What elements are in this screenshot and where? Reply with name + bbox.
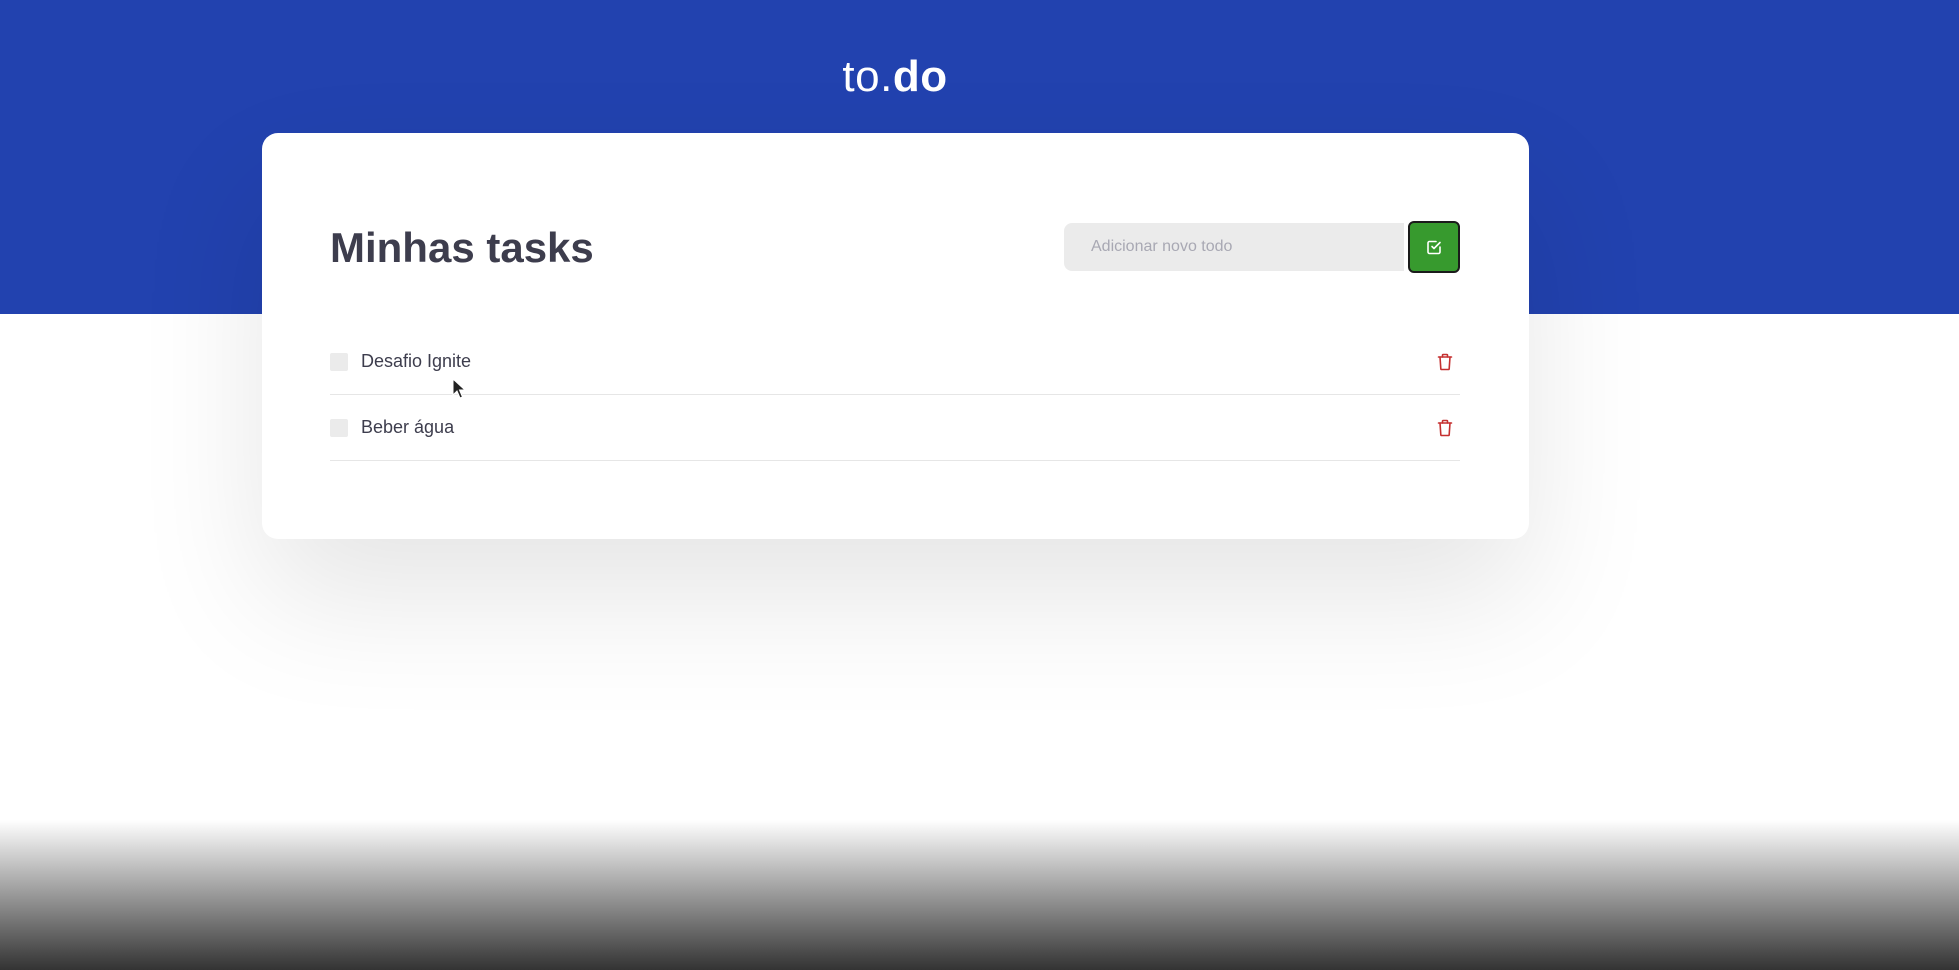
task-card: Minhas tasks Desafio Ignite xyxy=(262,133,1529,539)
task-checkbox[interactable] xyxy=(330,352,348,371)
new-task-input[interactable] xyxy=(1064,223,1404,271)
task-row: Beber água xyxy=(330,395,1460,461)
card-header: Minhas tasks xyxy=(330,218,1460,278)
check-square-icon xyxy=(1427,240,1441,255)
add-task-button[interactable] xyxy=(1408,221,1460,273)
mouse-cursor-icon xyxy=(452,378,466,399)
app: to.do Minhas tasks Desafio Ignite xyxy=(0,0,1959,970)
trash-icon xyxy=(1437,419,1453,436)
task-list: Desafio Ignite Beber água xyxy=(330,329,1460,461)
task-title: Beber água xyxy=(361,417,455,437)
delete-task-button[interactable] xyxy=(1434,351,1456,373)
app-logo: to.do xyxy=(0,52,1790,102)
task-title: Desafio Ignite xyxy=(361,351,472,371)
page-title: Minhas tasks xyxy=(330,224,594,271)
trash-icon xyxy=(1437,353,1453,370)
new-task-form xyxy=(1064,221,1460,273)
delete-task-button[interactable] xyxy=(1434,417,1456,439)
task-row: Desafio Ignite xyxy=(330,329,1460,395)
logo-bold-text: do xyxy=(892,52,948,101)
task-checkbox[interactable] xyxy=(330,418,348,437)
logo-light-text: to. xyxy=(842,52,893,101)
bottom-shadow xyxy=(0,820,1959,970)
